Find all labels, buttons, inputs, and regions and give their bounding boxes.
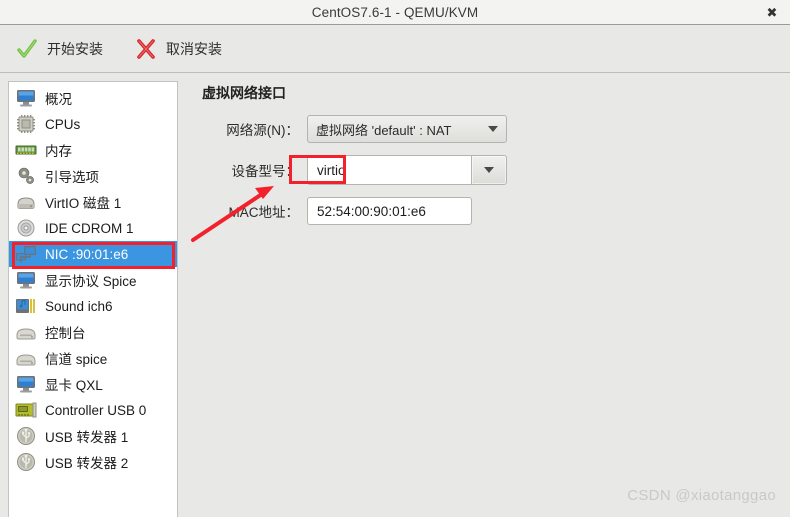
sidebar-item-label: VirtIO 磁盘 1	[45, 196, 122, 211]
network-icon	[16, 246, 36, 263]
sidebar-item-label: 内存	[45, 144, 72, 159]
sidebar-item[interactable]: 概况	[9, 85, 177, 111]
sidebar-item[interactable]: 控制台	[9, 319, 177, 345]
cdrom-icon	[17, 219, 35, 237]
memory-icon	[15, 145, 37, 155]
hardware-sidebar-list[interactable]: 概况 CPUs 内存引导选项 VirtIO 磁盘 1 IDE CDROM 1 NIC :9…	[8, 81, 178, 517]
sidebar-item-label: 信道 spice	[45, 352, 108, 367]
device-model-combobox[interactable]: virtio	[307, 155, 507, 185]
mac-address-input[interactable]: 52:54:00:90:01:e6	[307, 197, 472, 225]
sidebar-item[interactable]: Controller USB 0	[9, 397, 177, 423]
console-icon	[16, 328, 36, 340]
device-model-label: 设备型号：	[231, 164, 300, 179]
sidebar-item-label: IDE CDROM 1	[45, 220, 134, 236]
sidebar-item-label: 显示协议 Spice	[45, 274, 137, 289]
sidebar-item[interactable]: NIC :90:01:e6	[9, 241, 177, 267]
sidebar-item[interactable]: USB 转发器 2	[9, 449, 177, 475]
detail-panel: 虚拟网络接口 网络源(N)： 虚拟网络 'default' : NAT 设备型号…	[178, 73, 790, 517]
network-source-select[interactable]: 虚拟网络 'default' : NAT	[307, 115, 507, 143]
device-model-dropdown-button[interactable]	[471, 155, 507, 185]
sidebar-item-label: USB 转发器 1	[45, 430, 129, 445]
sidebar-container: 概况 CPUs 内存引导选项 VirtIO 磁盘 1 IDE CDROM 1 NIC :9…	[0, 73, 178, 517]
cancel-install-label: 取消安装	[166, 40, 222, 57]
sidebar-item[interactable]: 引导选项	[9, 163, 177, 189]
sidebar-item[interactable]: 内存	[9, 137, 177, 163]
sidebar-item[interactable]: VirtIO 磁盘 1	[9, 189, 177, 215]
gears-icon	[18, 167, 34, 184]
monitor-icon	[17, 90, 35, 107]
device-model-row: 设备型号： virtio	[202, 155, 790, 185]
device-model-input[interactable]: virtio	[307, 155, 471, 185]
sidebar-item-label: 概况	[45, 92, 72, 107]
sidebar-item[interactable]: 显示协议 Spice	[9, 267, 177, 293]
display-icon	[17, 272, 35, 289]
network-source-label: 网络源(N)：	[226, 123, 299, 138]
sidebar-item-label: 引导选项	[45, 170, 99, 185]
sidebar-item-label: 控制台	[45, 326, 86, 341]
red-x-icon	[137, 38, 155, 59]
window-title: CentOS7.6-1 - QEMU/KVM	[311, 4, 479, 20]
cancel-install-button[interactable]: 取消安装	[131, 34, 232, 64]
sidebar-item-label: USB 转发器 2	[45, 456, 129, 471]
begin-install-label: 开始安装	[47, 40, 103, 57]
window-titlebar: CentOS7.6-1 - QEMU/KVM ✖	[0, 0, 790, 25]
watermark-text: CSDN @xiaotanggao	[627, 487, 776, 504]
cpu-chip-icon	[17, 115, 35, 133]
content-area: 概况 CPUs 内存引导选项 VirtIO 磁盘 1 IDE CDROM 1 NIC :9…	[0, 73, 790, 517]
sidebar-item-label: 显卡 QXL	[45, 378, 103, 393]
sidebar-item[interactable]: CPUs	[9, 111, 177, 137]
channel-icon	[16, 354, 36, 366]
network-source-value: 虚拟网络 'default' : NAT	[316, 122, 452, 138]
mac-address-label: MAC地址：	[228, 205, 300, 220]
sidebar-item-label: CPUs	[45, 116, 81, 132]
sidebar-item[interactable]: IDE CDROM 1	[9, 215, 177, 241]
usb-icon	[17, 453, 35, 471]
chevron-down-icon	[484, 167, 494, 173]
sidebar-item[interactable]: Sound ich6	[9, 293, 177, 319]
close-icon[interactable]: ✖	[764, 4, 780, 20]
sidebar-item-label: Controller USB 0	[45, 402, 147, 418]
sidebar-item-label: NIC :90:01:e6	[45, 246, 129, 262]
chevron-down-icon	[488, 126, 498, 132]
green-check-icon	[17, 38, 37, 58]
sidebar-item[interactable]: 显卡 QXL	[9, 371, 177, 397]
network-source-row: 网络源(N)： 虚拟网络 'default' : NAT	[202, 115, 790, 143]
begin-install-button[interactable]: 开始安装	[12, 34, 113, 64]
videocard-icon	[17, 376, 35, 393]
toolbar: 开始安装 取消安装	[0, 25, 790, 73]
sound-icon	[16, 299, 35, 313]
sidebar-item[interactable]: USB 转发器 1	[9, 423, 177, 449]
sidebar-item[interactable]: 信道 spice	[9, 345, 177, 371]
harddisk-icon	[17, 197, 35, 209]
mac-address-row: MAC地址： 52:54:00:90:01:e6	[202, 197, 790, 225]
sidebar-item-label: Sound ich6	[45, 298, 113, 314]
controller-card-icon	[15, 402, 37, 418]
usb-icon	[17, 427, 35, 445]
page-title: 虚拟网络接口	[202, 85, 286, 101]
